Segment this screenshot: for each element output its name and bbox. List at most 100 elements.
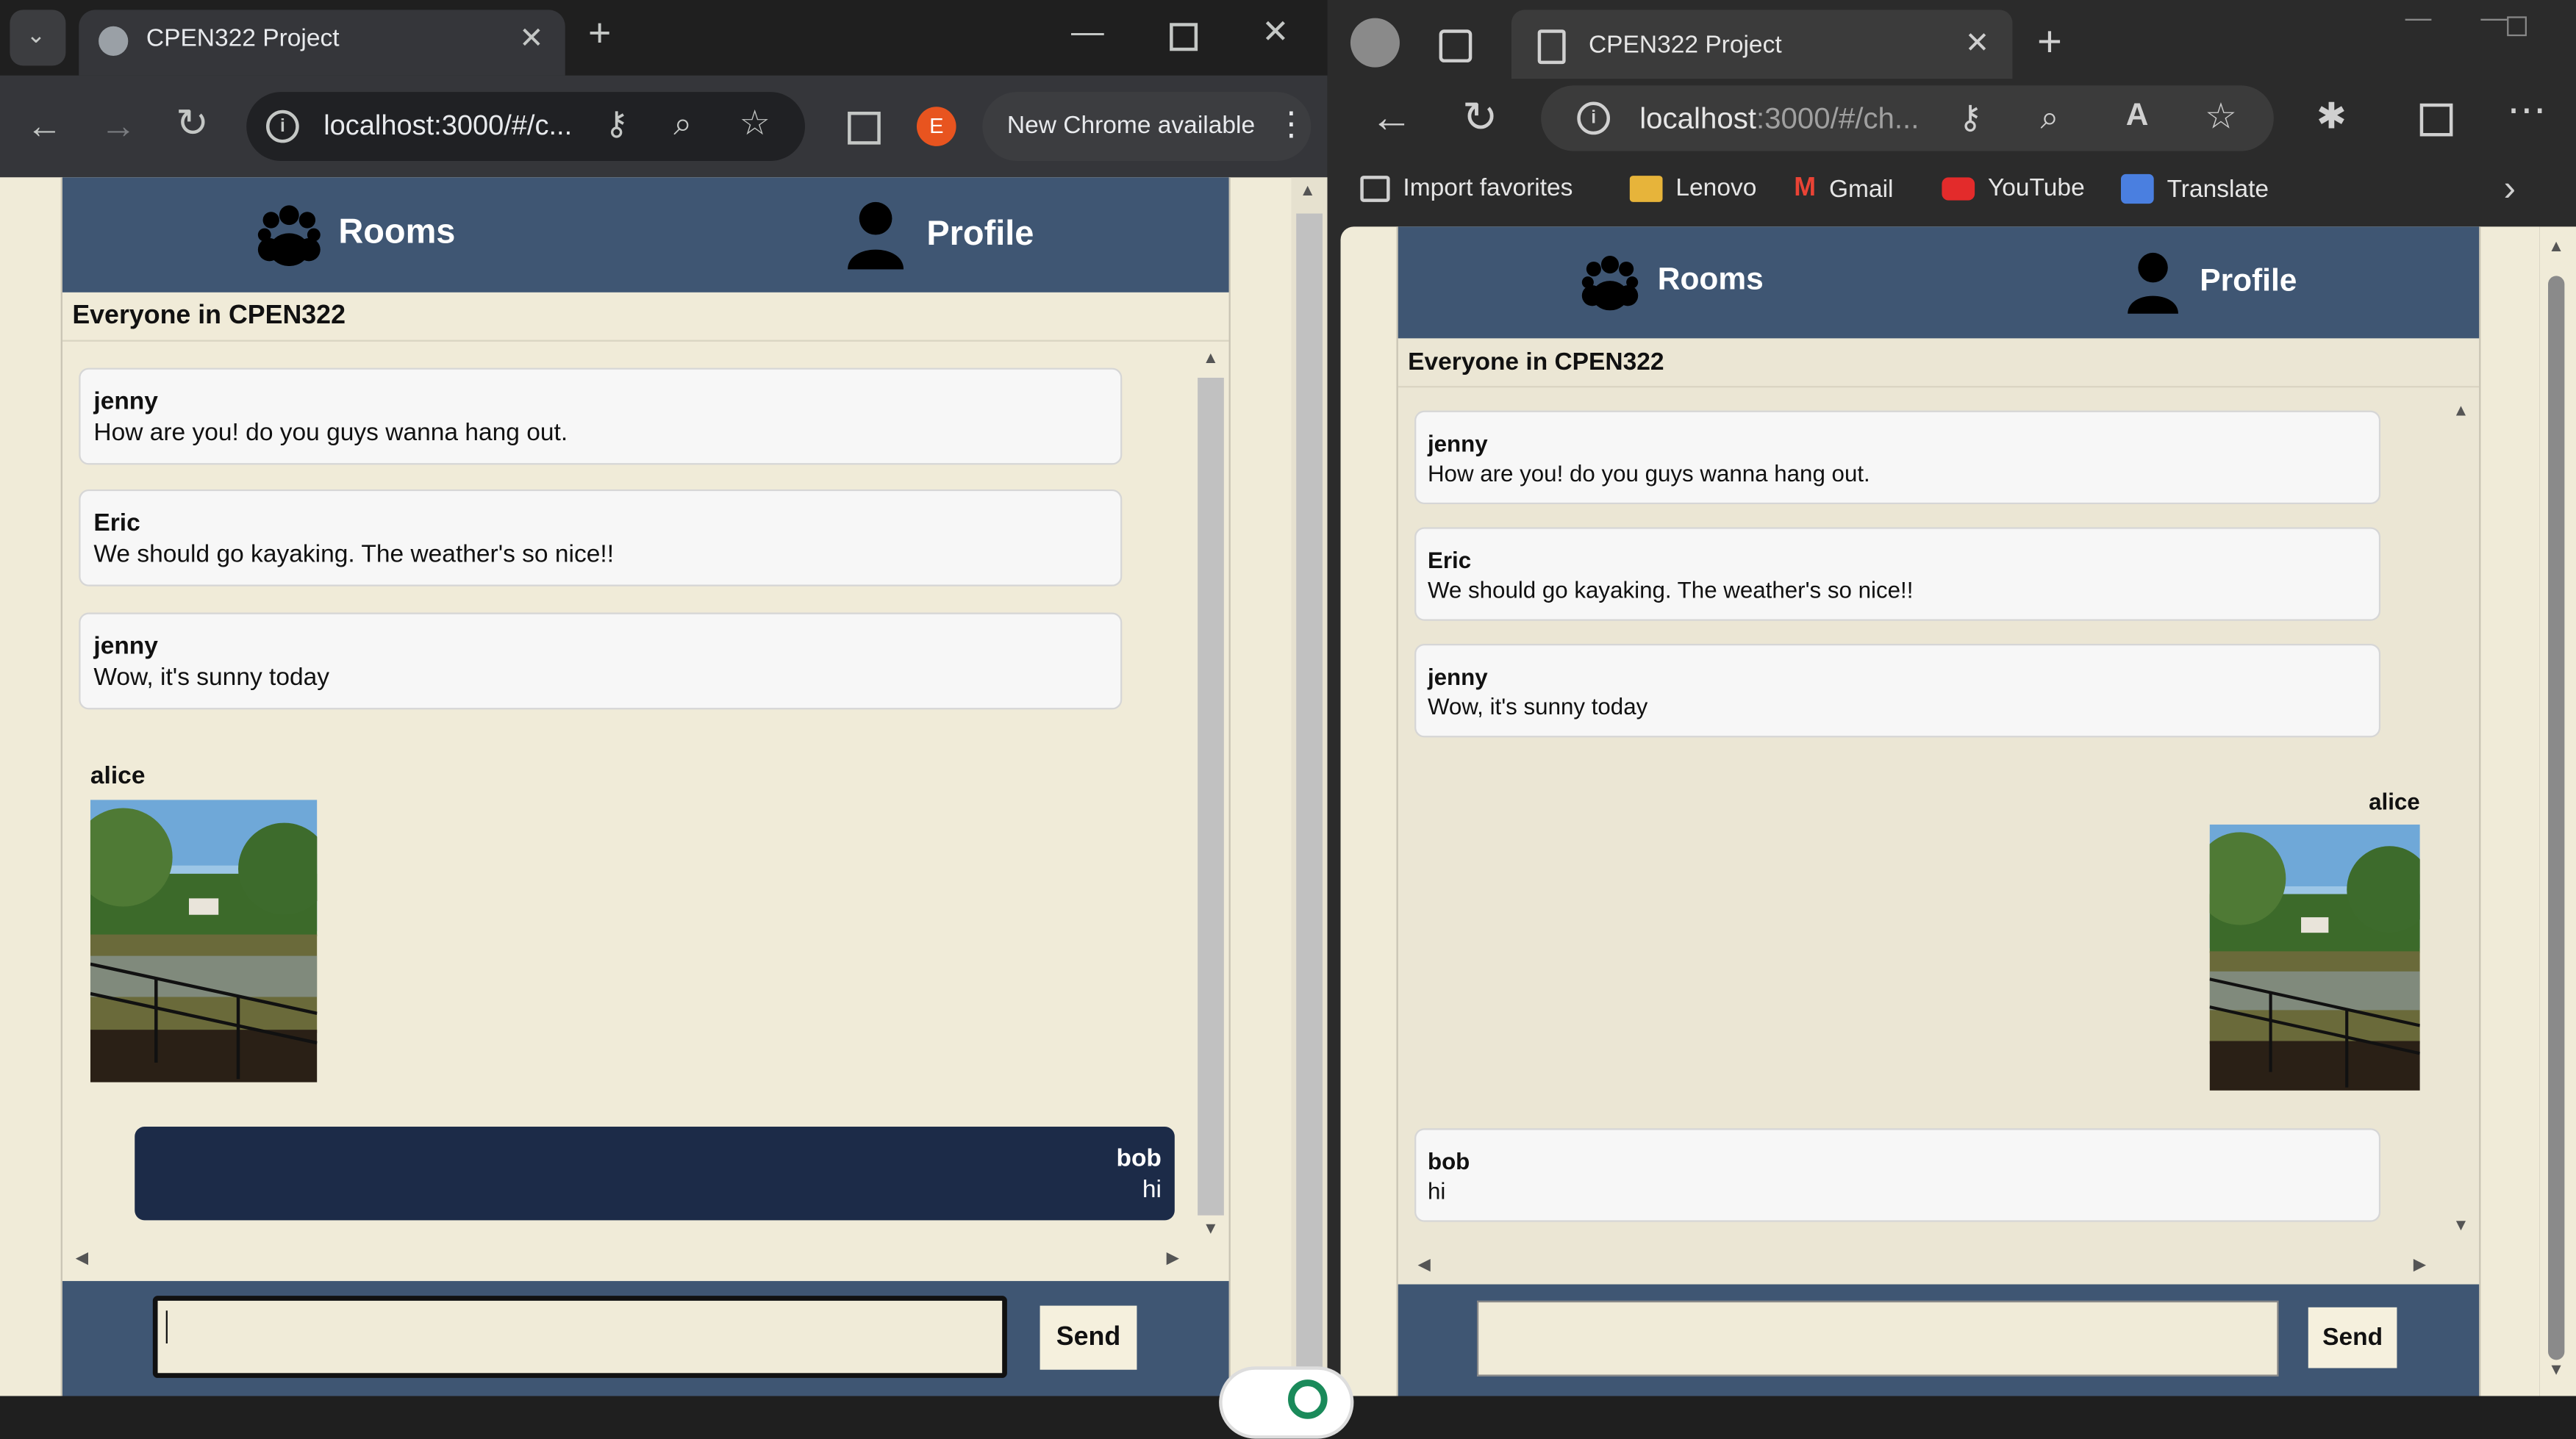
chevron-right-icon[interactable]: › bbox=[2504, 170, 2516, 207]
group-icon bbox=[257, 205, 321, 267]
nav-profile[interactable]: Profile bbox=[846, 201, 1034, 270]
restore-icon[interactable]: — bbox=[2480, 6, 2507, 33]
scroll-up-arrow[interactable]: ▲ bbox=[1203, 351, 1219, 367]
tab-title: CPEN322 Project bbox=[146, 24, 340, 53]
message-bubble: Eric We should go kayaking. The weather'… bbox=[79, 489, 1123, 586]
bookmark-label: Lenovo bbox=[1675, 173, 1757, 202]
page-scroll-up-arrow[interactable]: ▲ bbox=[2548, 239, 2564, 256]
send-button[interactable]: Send bbox=[1040, 1305, 1137, 1370]
key-icon[interactable]: ⚷ bbox=[1958, 102, 1983, 135]
message-input[interactable] bbox=[1476, 1300, 2279, 1377]
new-tab-icon[interactable]: + bbox=[588, 14, 611, 54]
message-list-scrollbar[interactable]: ▲ ▼ bbox=[1195, 348, 1226, 1244]
forward-icon[interactable]: → bbox=[100, 107, 136, 144]
tab-title: CPEN322 Project bbox=[1588, 31, 1782, 60]
page-scrollbar[interactable]: ▲ ▼ bbox=[2539, 226, 2576, 1396]
back-icon[interactable]: ← bbox=[26, 107, 62, 144]
scroll-right-arrow[interactable]: ▶ bbox=[2414, 1257, 2426, 1274]
key-icon[interactable]: ⚷ bbox=[604, 108, 629, 141]
user-icon bbox=[848, 201, 904, 270]
page-scroll-thumb[interactable] bbox=[1296, 213, 1323, 1396]
scroll-right-arrow[interactable]: ▶ bbox=[1167, 1251, 1179, 1268]
more-icon[interactable]: ⋮ bbox=[1275, 108, 1308, 141]
page-scroll-thumb[interactable] bbox=[2548, 276, 2565, 1360]
message-author: Eric bbox=[1427, 547, 1472, 573]
window-close-icon[interactable]: ✕ bbox=[1262, 16, 1289, 49]
scroll-up-arrow[interactable]: ▲ bbox=[2452, 403, 2469, 420]
page-scroll-up-arrow[interactable]: ▲ bbox=[1300, 183, 1316, 200]
nav-rooms[interactable]: Rooms bbox=[1579, 251, 1764, 311]
address-bar[interactable]: i localhost:3000/#/ch... ⚷ ⌕ A ☆ bbox=[1541, 85, 2274, 151]
back-icon[interactable]: ← bbox=[1370, 96, 1413, 138]
minimize-icon[interactable]: — bbox=[1071, 16, 1104, 49]
tab-search-button[interactable]: ⌄ bbox=[10, 10, 66, 66]
read-aloud-icon[interactable]: A bbox=[2126, 100, 2149, 131]
message-text: Wow, it's sunny today bbox=[1427, 693, 1648, 720]
message-text: How are you! do you guys wanna hang out. bbox=[93, 418, 568, 447]
bookmark-label: Gmail bbox=[1828, 174, 1894, 203]
star-icon[interactable]: ☆ bbox=[2205, 98, 2237, 134]
close-tab-icon[interactable]: ✕ bbox=[1965, 28, 1990, 57]
bookmark-translate[interactable]: Translate bbox=[2120, 173, 2269, 204]
bookmark-lenovo[interactable]: Lenovo bbox=[1629, 173, 1757, 202]
browser-tab[interactable]: CPEN322 Project ✕ bbox=[79, 10, 565, 76]
reload-icon[interactable]: ↻ bbox=[176, 104, 209, 145]
scroll-down-arrow[interactable]: ▼ bbox=[1203, 1221, 1219, 1238]
nav-profile[interactable]: Profile bbox=[2126, 251, 2297, 314]
divider bbox=[62, 340, 1229, 342]
message-image[interactable] bbox=[2209, 824, 2420, 1091]
floating-widget[interactable] bbox=[1219, 1366, 1354, 1439]
message-text: hi bbox=[1142, 1176, 1162, 1205]
maximize-icon[interactable] bbox=[2507, 16, 2527, 37]
message-input[interactable] bbox=[152, 1296, 1007, 1378]
scroll-down-arrow[interactable]: ▼ bbox=[2452, 1218, 2469, 1235]
url-host: localhost bbox=[1639, 101, 1756, 135]
message-bubble: Eric We should go kayaking. The weather'… bbox=[1414, 527, 2381, 621]
browser-tab[interactable]: CPEN322 Project ✕ bbox=[1511, 10, 2013, 79]
tab-actions-icon[interactable] bbox=[1439, 29, 1473, 62]
new-tab-icon[interactable]: + bbox=[2037, 20, 2062, 62]
page-content: Rooms Profile Everyone in CPEN322 jenny … bbox=[0, 177, 1328, 1396]
bookmark-import-favorites[interactable]: Import favorites bbox=[1360, 174, 1573, 202]
extensions-icon[interactable]: ✱ bbox=[2316, 98, 2347, 134]
page-icon bbox=[1537, 29, 1566, 65]
site-info-icon[interactable]: i bbox=[266, 110, 299, 143]
profile-avatar[interactable]: E bbox=[916, 107, 956, 146]
nav-rooms[interactable]: Rooms bbox=[254, 201, 455, 267]
zoom-icon[interactable]: ⌕ bbox=[673, 108, 692, 141]
message-bubble: jenny Wow, it's sunny today bbox=[1414, 644, 2381, 738]
page-scroll-down-arrow[interactable]: ▼ bbox=[2548, 1363, 2564, 1379]
star-icon[interactable]: ☆ bbox=[740, 107, 770, 141]
scroll-left-arrow[interactable]: ◀ bbox=[1418, 1257, 1431, 1274]
message-bubble: jenny Wow, it's sunny today bbox=[79, 612, 1123, 710]
profile-avatar-icon[interactable] bbox=[1350, 18, 1400, 68]
reload-icon[interactable]: ↻ bbox=[1462, 96, 1498, 138]
bookmark-gmail[interactable]: M Gmail bbox=[1794, 174, 1893, 204]
message-author: jenny bbox=[93, 632, 158, 661]
message-image[interactable] bbox=[90, 800, 318, 1083]
bookmark-label: YouTube bbox=[1987, 173, 2085, 202]
close-tab-icon[interactable]: ✕ bbox=[519, 23, 544, 52]
room-title: Everyone in CPEN322 bbox=[72, 302, 346, 331]
zoom-icon[interactable]: ⌕ bbox=[2040, 102, 2058, 135]
bookmark-label: Import favorites bbox=[1403, 173, 1573, 202]
message-bubble: jenny How are you! do you guys wanna han… bbox=[79, 367, 1123, 465]
maximize-icon[interactable] bbox=[1170, 23, 1198, 51]
send-button[interactable]: Send bbox=[2308, 1307, 2397, 1368]
scroll-left-arrow[interactable]: ◀ bbox=[76, 1251, 88, 1268]
address-bar[interactable]: i localhost:3000/#/c... ⚷ ⌕ ☆ bbox=[246, 92, 806, 162]
side-panel-icon[interactable] bbox=[848, 111, 881, 145]
folder-icon bbox=[1629, 174, 1663, 201]
more-icon[interactable]: ⋯ bbox=[2507, 91, 2547, 132]
bookmarks-bar: Import favorites Lenovo M Gmail YouTube … bbox=[1328, 161, 2576, 220]
page-scrollbar[interactable]: ▲ bbox=[1291, 177, 1328, 1396]
url-text: localhost:3000/#/c... bbox=[323, 110, 573, 142]
composer-bar: Send bbox=[62, 1281, 1229, 1396]
minimize-icon[interactable]: — bbox=[2405, 6, 2432, 33]
message-author: bob bbox=[1116, 1144, 1162, 1173]
site-info-icon[interactable]: i bbox=[1577, 101, 1611, 135]
split-screen-icon[interactable] bbox=[2419, 103, 2453, 137]
update-chrome-button[interactable]: New Chrome available ⋮ bbox=[982, 92, 1312, 162]
bookmark-youtube[interactable]: YouTube bbox=[1942, 173, 2085, 202]
scroll-thumb[interactable] bbox=[1198, 377, 1224, 1216]
